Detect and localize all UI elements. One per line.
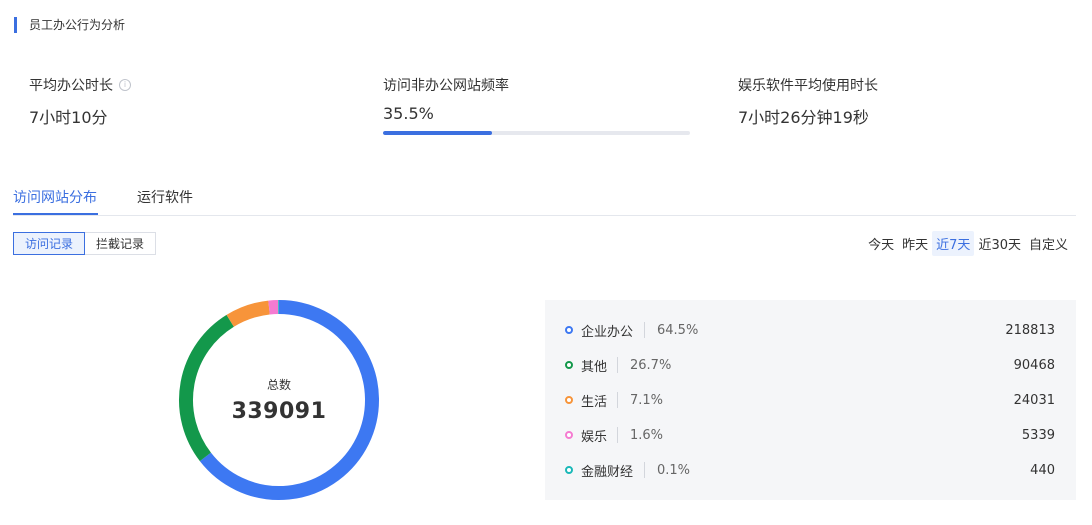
- metric-value: 35.5%: [383, 104, 434, 123]
- legend-separator: [617, 427, 618, 443]
- tab-bar: 访问网站分布 运行软件: [13, 180, 1076, 216]
- legend-separator: [617, 357, 618, 373]
- record-type-toggle: 访问记录 拦截记录: [13, 232, 157, 255]
- donut-center-label: 总数: [266, 378, 291, 392]
- legend-dot-icon: [565, 466, 573, 474]
- metric-value: 7小时10分: [29, 108, 108, 127]
- legend-item[interactable]: 娱乐 1.6% 5339: [545, 425, 1076, 445]
- metric-value: 7小时26分钟19秒: [738, 108, 869, 127]
- section-accent-bar: [14, 16, 17, 33]
- legend-name: 企业办公: [581, 324, 634, 340]
- legend-name: 金融财经: [581, 464, 634, 480]
- legend-separator: [617, 392, 618, 408]
- legend-percent: 7.1%: [630, 392, 664, 408]
- legend-item[interactable]: 其他 26.7% 90468: [545, 355, 1076, 375]
- legend-name: 生活: [581, 394, 608, 410]
- donut-chart: 总数 339091: [178, 299, 380, 501]
- range-today[interactable]: 今天: [864, 231, 898, 256]
- legend-dot-icon: [565, 361, 573, 369]
- info-icon[interactable]: i: [119, 79, 131, 91]
- legend-dot-icon: [565, 431, 573, 439]
- legend-item[interactable]: 企业办公 64.5% 218813: [545, 320, 1076, 340]
- metric-label: 平均办公时长: [29, 78, 113, 94]
- range-last-30-days[interactable]: 近30天: [974, 231, 1025, 256]
- legend-count: 5339: [1021, 427, 1055, 443]
- legend-percent: 64.5%: [657, 322, 699, 338]
- donut-total-value: 339091: [231, 399, 327, 424]
- legend-dot-icon: [565, 396, 573, 404]
- metric-label: 娱乐软件平均使用时长: [738, 78, 878, 94]
- legend-separator: [644, 322, 645, 338]
- metric-avg-office-time: 平均办公时长 i 7小时10分: [29, 76, 131, 128]
- active-tab-indicator: [13, 213, 98, 215]
- metric-label: 访问非办公网站频率: [383, 78, 509, 94]
- legend-count: 440: [1030, 462, 1055, 478]
- section-title: 员工办公行为分析: [29, 18, 126, 32]
- legend-percent: 1.6%: [630, 427, 664, 443]
- non-office-rate-progress-bar: [383, 131, 690, 135]
- date-range-selector: 今天 昨天 近7天 近30天 自定义: [864, 230, 1072, 256]
- segment-visit-records[interactable]: 访问记录: [13, 232, 86, 255]
- legend-count: 90468: [1013, 357, 1055, 373]
- segment-block-records[interactable]: 拦截记录: [85, 232, 157, 255]
- range-custom[interactable]: 自定义: [1025, 231, 1072, 256]
- metric-entertainment-time: 娱乐软件平均使用时长 7小时26分钟19秒: [738, 76, 878, 128]
- legend-separator: [644, 462, 645, 478]
- progress-fill: [383, 131, 492, 135]
- legend-name: 其他: [581, 359, 608, 375]
- chart-legend-panel: 企业办公 64.5% 218813 其他 26.7% 90468 生活 7.1% 24031 娱乐…: [545, 300, 1076, 500]
- legend-count: 218813: [1005, 322, 1055, 338]
- tab-running-software[interactable]: 运行软件: [137, 187, 193, 207]
- section-header: 员工办公行为分析: [14, 16, 125, 33]
- metric-non-office-site-rate: 访问非办公网站频率 35.5%: [383, 76, 509, 123]
- legend-name: 娱乐: [581, 429, 608, 445]
- legend-percent: 0.1%: [657, 462, 691, 478]
- range-yesterday[interactable]: 昨天: [898, 231, 932, 256]
- tab-website-distribution[interactable]: 访问网站分布: [13, 187, 97, 207]
- legend-item[interactable]: 金融财经 0.1% 440: [545, 460, 1076, 480]
- legend-percent: 26.7%: [630, 357, 672, 373]
- range-last-7-days[interactable]: 近7天: [932, 230, 975, 256]
- legend-dot-icon: [565, 326, 573, 334]
- legend-count: 24031: [1013, 392, 1055, 408]
- legend-item[interactable]: 生活 7.1% 24031: [545, 390, 1076, 410]
